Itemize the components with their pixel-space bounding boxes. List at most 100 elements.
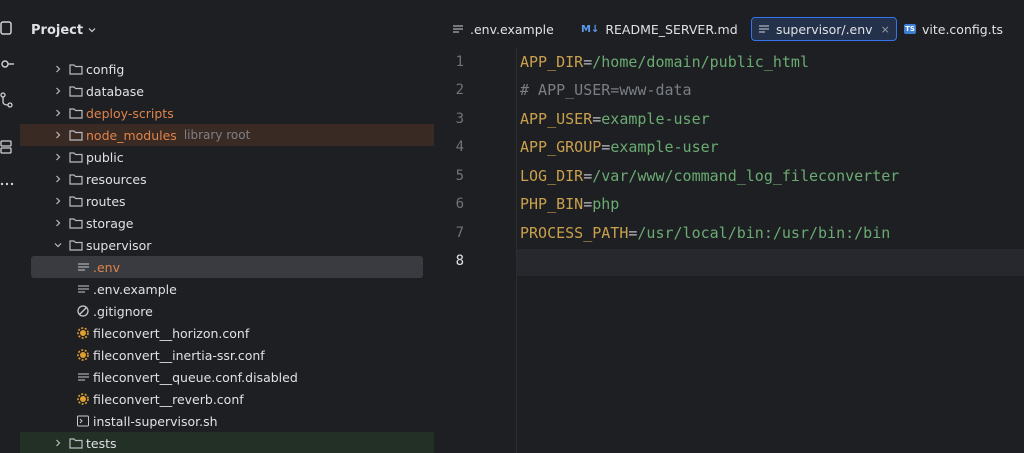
tree-folder-row[interactable]: routes [31, 190, 434, 212]
current-line-highlight [517, 249, 1024, 276]
line-number: 6 [455, 196, 464, 212]
tree-file-row[interactable]: .env [31, 256, 423, 278]
tab-label: .env.example [470, 21, 554, 37]
line-number: 5 [455, 168, 464, 184]
ide-window: Project config database deploy-scripts node… [0, 0, 1024, 453]
tree-folder-row[interactable]: storage [31, 212, 434, 234]
tree-file-row[interactable]: .gitignore [31, 300, 434, 322]
text-file-icon [453, 25, 463, 33]
env-value: /home/domain/public_html [592, 53, 809, 71]
env-key: APP_USER [520, 110, 593, 128]
comment-text: # APP_USER=www-data [520, 81, 692, 99]
more-tools-icon[interactable] [0, 176, 14, 192]
tree-folder-row[interactable]: public [31, 146, 434, 168]
env-value: /usr/local/bin:/usr/bin:/bin [637, 224, 891, 242]
tree-item-label: storage [86, 215, 134, 231]
chevron-right-icon[interactable] [53, 174, 63, 184]
code-line: PROCESS_PATH=/usr/local/bin:/usr/bin:/bi… [520, 224, 890, 244]
tree-folder-row[interactable]: node_modules library root [20, 124, 434, 146]
tree-folder-row[interactable]: config [31, 58, 434, 80]
project-view-selector[interactable]: Project [31, 22, 96, 38]
chevron-down-icon [88, 28, 96, 33]
typescript-icon: TS [904, 24, 916, 34]
tab-label: README_SERVER.md [605, 21, 738, 37]
chevron-right-icon[interactable] [53, 438, 63, 448]
text-file-icon [78, 373, 89, 381]
project-tool-icon[interactable] [0, 20, 14, 36]
chevron-right-icon[interactable] [53, 130, 63, 140]
tree-item-label: install-supervisor.sh [93, 413, 218, 429]
tree-item-label: tests [86, 435, 117, 451]
commit-tool-icon[interactable] [0, 56, 14, 72]
chevron-right-icon[interactable] [53, 86, 63, 96]
code-line: LOG_DIR=/var/www/command_log_fileconvert… [520, 167, 899, 187]
chevron-right-icon[interactable] [53, 152, 63, 162]
tree-item-label: database [86, 83, 144, 99]
line-number: 4 [455, 139, 464, 155]
text-file-icon [78, 285, 89, 293]
tree-folder-row[interactable]: deploy-scripts [31, 102, 434, 124]
tree-item-label: .gitignore [93, 303, 153, 319]
chevron-down-icon[interactable] [53, 240, 63, 250]
equals-sign: = [583, 195, 593, 213]
env-key: PROCESS_PATH [520, 224, 629, 242]
tree-file-row[interactable]: install-supervisor.sh [31, 410, 434, 432]
shell-script-icon [77, 415, 89, 427]
tree-item-label: routes [86, 193, 126, 209]
tab-label: vite.config.ts [922, 21, 1004, 37]
tree-file-row[interactable]: fileconvert__horizon.conf [31, 322, 434, 344]
close-icon[interactable]: × [881, 23, 890, 36]
tree-file-row[interactable]: fileconvert__queue.conf.disabled [31, 366, 434, 388]
chevron-right-icon[interactable] [53, 108, 63, 118]
tree-item-label: config [86, 61, 125, 77]
tab-supervisor-env[interactable]: supervisor/.env × [751, 17, 897, 41]
tree-item-label: fileconvert__queue.conf.disabled [93, 369, 298, 385]
tab-readme-server[interactable]: M↓ README_SERVER.md [575, 17, 744, 41]
structure-tool-icon[interactable] [0, 139, 14, 155]
tree-file-row[interactable]: .env.example [31, 278, 434, 300]
code-line: APP_DIR=/home/domain/public_html [520, 53, 809, 73]
tree-folder-row[interactable]: supervisor [31, 234, 434, 256]
line-number: 3 [455, 111, 464, 127]
env-key: LOG_DIR [520, 167, 584, 185]
tree-item-label: .env [93, 259, 120, 275]
text-file-icon [759, 25, 769, 33]
line-number: 1 [455, 54, 464, 70]
chevron-right-icon[interactable] [53, 218, 63, 228]
chevron-right-icon[interactable] [53, 64, 63, 74]
env-value: example-user [601, 110, 710, 128]
tree-folder-row[interactable]: resources [31, 168, 434, 190]
env-value: /var/www/command_log_fileconverter [592, 167, 900, 185]
tree-item-label: supervisor [86, 237, 152, 253]
tree-folder-row[interactable]: database [31, 80, 434, 102]
editor-tabs: .env.example M↓ README_SERVER.md supervi… [438, 10, 1024, 48]
tree-folder-row[interactable]: tests [20, 432, 434, 453]
chevron-right-icon[interactable] [53, 196, 63, 206]
tree-item-label: resources [86, 171, 147, 187]
code-line: # APP_USER=www-data [520, 81, 692, 101]
tab-env-example[interactable]: .env.example [446, 17, 560, 41]
code-line: APP_GROUP=example-user [520, 138, 719, 158]
folder-icon [69, 196, 83, 207]
equals-sign: = [583, 53, 593, 71]
env-key: PHP_BIN [520, 195, 584, 213]
tree-file-row[interactable]: fileconvert__reverb.conf [31, 388, 434, 410]
env-value: php [592, 195, 620, 213]
editor-area: .env.example M↓ README_SERVER.md supervi… [438, 10, 1024, 453]
gutter-separator [516, 48, 517, 453]
tree-item-label: fileconvert__horizon.conf [93, 325, 250, 341]
env-key: APP_GROUP [520, 138, 602, 156]
config-gear-icon [77, 327, 89, 339]
markdown-icon: M↓ [581, 23, 600, 35]
folder-icon [69, 64, 83, 75]
line-number: 8 [455, 253, 464, 269]
pull-requests-tool-icon[interactable] [0, 92, 14, 108]
folder-icon [69, 152, 83, 163]
folder-icon [69, 218, 83, 229]
tab-vite-config[interactable]: TS vite.config.ts [898, 17, 1009, 41]
equals-sign: = [601, 138, 611, 156]
library-root-label: library root [183, 128, 251, 142]
tree-file-row[interactable]: fileconvert__inertia-ssr.conf [31, 344, 434, 366]
env-value: example-user [610, 138, 719, 156]
tree-item-label: public [86, 149, 124, 165]
